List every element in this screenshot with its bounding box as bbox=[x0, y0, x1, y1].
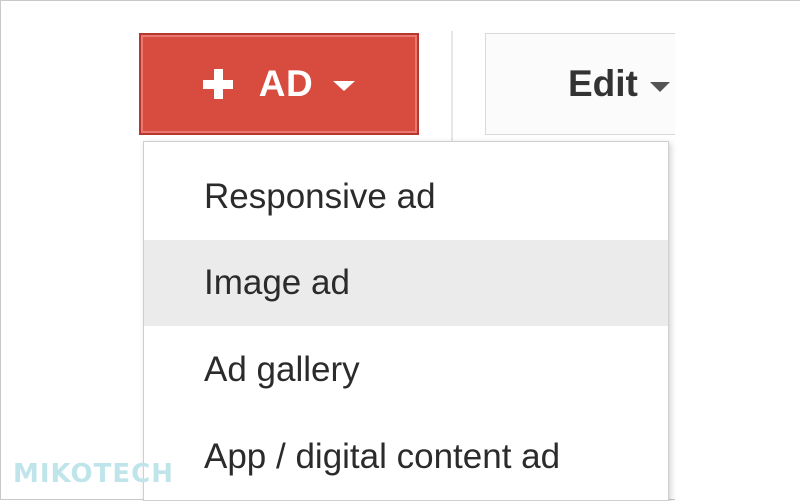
screenshot-frame: AD Edit Responsive ad Image ad Ad galler… bbox=[0, 0, 800, 501]
edit-label: Edit bbox=[568, 63, 638, 104]
menu-item-ad-gallery[interactable]: Ad gallery bbox=[144, 327, 668, 413]
watermark-logo: MIKOTECH bbox=[13, 459, 174, 489]
edit-button[interactable]: Edit bbox=[485, 33, 685, 135]
cropped-area bbox=[675, 1, 800, 501]
chevron-down-icon bbox=[333, 81, 356, 91]
toolbar-divider bbox=[451, 31, 453, 141]
add-ad-button[interactable]: AD bbox=[139, 33, 419, 135]
chevron-down-icon bbox=[649, 82, 670, 92]
add-ad-dropdown-menu: Responsive ad Image ad Ad gallery App / … bbox=[143, 141, 669, 501]
menu-item-responsive-ad[interactable]: Responsive ad bbox=[144, 154, 668, 240]
menu-item-app-digital-content-ad[interactable]: App / digital content ad bbox=[144, 414, 668, 500]
add-ad-label: AD bbox=[258, 63, 314, 104]
menu-item-image-ad[interactable]: Image ad bbox=[144, 240, 668, 326]
plus-icon bbox=[202, 69, 233, 99]
